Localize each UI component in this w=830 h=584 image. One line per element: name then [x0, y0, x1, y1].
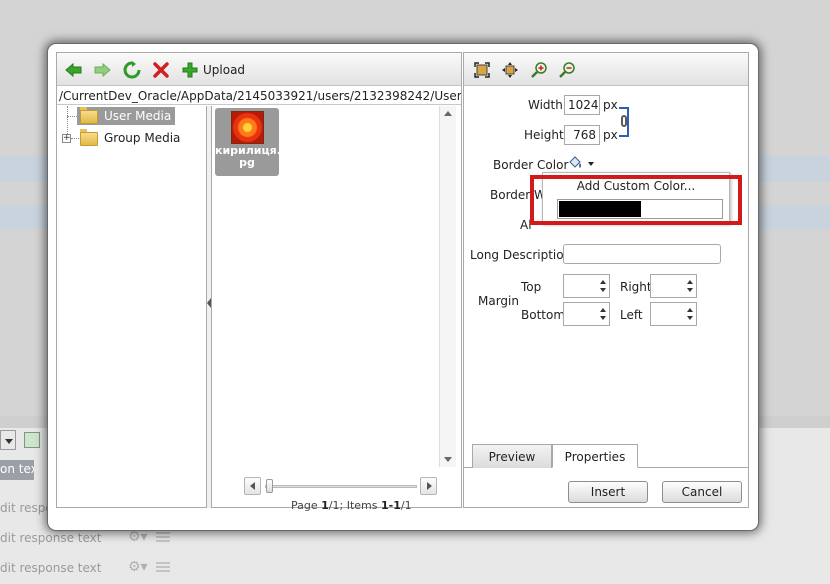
width-label: Width: [528, 98, 563, 112]
pager-total: /1: [400, 499, 412, 512]
pager-page: 1: [321, 499, 329, 512]
file-list: кирилиця.j pg: [213, 106, 439, 508]
margin-bottom-label: Bottom: [521, 308, 566, 322]
margin-left-input[interactable]: [650, 302, 697, 326]
background-text-input[interactable]: on text: [0, 460, 34, 480]
background-dropdown[interactable]: [0, 430, 16, 450]
spin-up-icon[interactable]: [687, 280, 693, 284]
file-name: кирилиця.j pg: [215, 145, 285, 169]
background-row-text: dit response text: [0, 561, 102, 575]
pager-items-prefix: ; Items: [339, 499, 378, 512]
margin-label: Margin: [478, 294, 519, 308]
collapse-splitter[interactable]: [207, 106, 212, 508]
scroll-down-icon[interactable]: [444, 457, 452, 462]
long-description-label: Long Description: [470, 248, 572, 262]
spin-up-icon[interactable]: [687, 308, 693, 312]
tab-preview[interactable]: Preview: [472, 444, 552, 468]
height-input[interactable]: 768: [564, 125, 600, 145]
spin-up-icon[interactable]: [600, 308, 606, 312]
margin-left-label: Left: [620, 308, 643, 322]
paint-bucket-icon: [569, 156, 581, 168]
file-browser-pane: Upload /CurrentDev_Oracle/AppData/214503…: [56, 52, 462, 512]
spin-down-icon[interactable]: [600, 288, 606, 292]
current-path: /CurrentDev_Oracle/AppData/2145033921/us…: [57, 89, 461, 105]
pager-info: Page 1/1; Items 1-1/1: [291, 499, 412, 512]
spin-up-icon[interactable]: [600, 280, 606, 284]
tree-item-group-media[interactable]: Group Media: [80, 129, 180, 147]
spin-down-icon[interactable]: [600, 316, 606, 320]
image-thumbnail: [231, 111, 264, 144]
expand-icon[interactable]: +: [62, 134, 71, 143]
highlight-annotation-box: [530, 175, 742, 225]
drag-handle-icon[interactable]: [156, 562, 170, 572]
slider-right-button[interactable]: [420, 477, 437, 495]
margin-right-label: Right: [620, 280, 652, 294]
insert-button[interactable]: Insert: [568, 481, 648, 503]
margin-top-input[interactable]: [563, 274, 610, 298]
chain-ring: [621, 115, 627, 127]
upload-icon[interactable]: [181, 61, 199, 79]
long-description-input[interactable]: [563, 244, 721, 264]
background-row-text: dit response text: [0, 531, 102, 545]
back-arrow-icon[interactable]: [65, 61, 83, 79]
file-name-line2: pg: [239, 156, 255, 169]
margin-bottom-input[interactable]: [563, 302, 610, 326]
fit-to-window-icon[interactable]: [473, 61, 491, 79]
upload-button[interactable]: Upload: [203, 63, 245, 77]
drag-handle-icon[interactable]: [156, 532, 170, 542]
width-input[interactable]: 1024: [564, 95, 600, 115]
width-unit: px: [603, 98, 618, 112]
border-color-label: Border Color: [493, 158, 569, 172]
tree-item-label: Group Media: [104, 131, 181, 145]
tree-item-label: User Media: [104, 109, 172, 123]
pager-prefix: Page: [291, 499, 318, 512]
background-list-item: dit response text ⚙▾: [0, 556, 180, 580]
properties-form: Width 1024 px Height 768 px Border Color…: [464, 87, 748, 437]
spin-down-icon[interactable]: [687, 288, 693, 292]
move-icon[interactable]: [501, 61, 519, 79]
cancel-button[interactable]: Cancel: [662, 481, 742, 503]
zoom-in-icon[interactable]: [530, 61, 548, 79]
constrain-proportions-icon[interactable]: [619, 107, 629, 137]
gear-icon[interactable]: ⚙▾: [128, 529, 148, 545]
file-list-scrollbar[interactable]: [439, 106, 456, 467]
tree-item-selected[interactable]: User Media: [77, 107, 176, 125]
spin-down-icon[interactable]: [687, 316, 693, 320]
image-toolbar: [464, 53, 748, 86]
folder-icon: [80, 107, 98, 124]
height-unit: px: [603, 128, 618, 142]
slider-left-button[interactable]: [244, 477, 261, 495]
height-label: Height: [524, 128, 564, 142]
pager-pages: /1: [328, 499, 340, 512]
tab-properties[interactable]: Properties: [552, 444, 638, 468]
margin-right-input[interactable]: [650, 274, 697, 298]
slider-track[interactable]: [265, 485, 417, 488]
forward-arrow-icon[interactable]: [93, 61, 111, 79]
file-item[interactable]: кирилиця.j pg: [215, 108, 285, 176]
folder-icon: [80, 129, 98, 146]
chevron-down-icon[interactable]: [588, 162, 594, 166]
slider-handle[interactable]: [266, 479, 273, 493]
image-manager-dialog: Upload /CurrentDev_Oracle/AppData/214503…: [48, 44, 758, 530]
thumbnail-size-slider[interactable]: [244, 477, 438, 495]
delete-icon[interactable]: [152, 61, 170, 79]
gear-icon[interactable]: ⚙▾: [128, 559, 148, 575]
tree-item-user-media[interactable]: User Media: [77, 107, 176, 125]
folder-tree: User Media + Group Media: [57, 106, 207, 508]
export-icon[interactable]: [24, 432, 40, 448]
pager-items: 1-1: [381, 499, 401, 512]
preview-properties-tabs: Preview Properties: [464, 440, 748, 468]
refresh-icon[interactable]: [123, 61, 141, 79]
zoom-out-icon[interactable]: [558, 61, 576, 79]
scroll-up-icon[interactable]: [444, 111, 452, 116]
properties-pane: Width 1024 px Height 768 px Border Color…: [463, 52, 749, 508]
file-browser-toolbar: Upload: [57, 53, 461, 86]
margin-top-label: Top: [521, 280, 542, 294]
border-color-picker[interactable]: [567, 155, 597, 171]
